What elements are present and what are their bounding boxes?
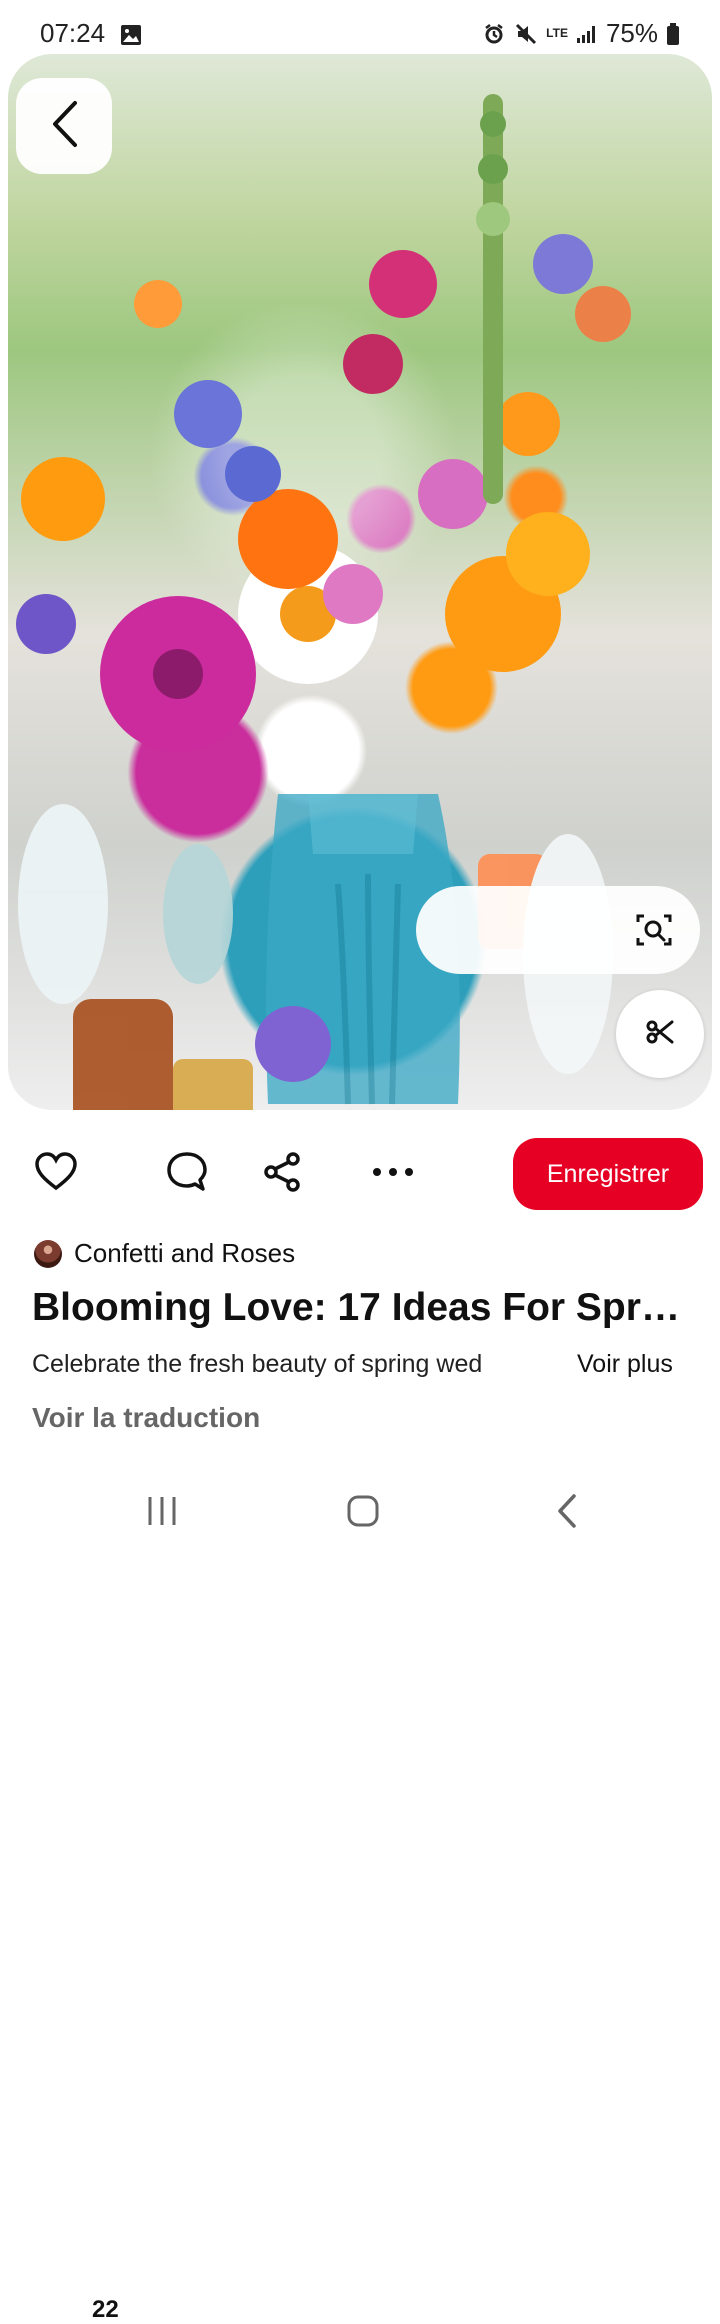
description-row: Celebrate the fresh beauty of spring wed… bbox=[32, 1350, 682, 1390]
recent-apps-icon bbox=[145, 1494, 179, 1533]
see-more-link[interactable]: Voir plus bbox=[577, 1350, 673, 1379]
like-button[interactable] bbox=[30, 1151, 82, 1197]
creator-name: Confetti and Roses bbox=[74, 1238, 296, 1268]
creator-link[interactable]: Confetti and Roses bbox=[34, 1238, 295, 1269]
heart-icon bbox=[34, 1151, 78, 1197]
alarm-icon bbox=[482, 22, 506, 46]
description-fade bbox=[502, 1350, 557, 1386]
nav-back-icon bbox=[552, 1493, 582, 1534]
save-button[interactable]: Enregistrer bbox=[513, 1138, 703, 1210]
more-icon bbox=[369, 1165, 417, 1184]
system-nav-bar bbox=[0, 1478, 720, 1548]
visual-search-button[interactable] bbox=[416, 886, 700, 974]
battery-icon bbox=[666, 22, 680, 46]
status-right: LTE 75% bbox=[482, 18, 680, 49]
lte-indicator: LTE bbox=[546, 26, 568, 40]
share-icon bbox=[259, 1149, 305, 1200]
scissors-button[interactable] bbox=[616, 990, 704, 1078]
mute-icon bbox=[514, 22, 538, 46]
more-button[interactable] bbox=[364, 1150, 422, 1198]
home-button[interactable] bbox=[323, 1478, 403, 1548]
share-button[interactable] bbox=[256, 1150, 308, 1198]
recent-apps-button[interactable] bbox=[122, 1478, 202, 1548]
home-icon bbox=[346, 1494, 380, 1533]
chevron-left-icon bbox=[47, 99, 81, 154]
like-count: 22 bbox=[92, 2296, 119, 2323]
status-time: 07:24 bbox=[40, 18, 106, 48]
gallery-icon bbox=[120, 24, 142, 51]
pin-title: Blooming Love: 17 Ideas For Sprin... bbox=[32, 1286, 682, 1329]
translate-link[interactable]: Voir la traduction bbox=[32, 1402, 260, 1434]
signal-icon bbox=[576, 24, 598, 44]
nav-back-button[interactable] bbox=[527, 1478, 607, 1548]
battery-percent: 75% bbox=[605, 18, 658, 48]
status-bar: 07:24 LTE 75% bbox=[0, 0, 720, 56]
avatar bbox=[34, 1239, 62, 1268]
pin-description: Celebrate the fresh beauty of spring wed bbox=[32, 1350, 483, 1378]
comment-button[interactable] bbox=[160, 1150, 214, 1198]
comment-icon bbox=[164, 1149, 210, 1200]
back-button[interactable] bbox=[16, 78, 112, 174]
scissors-icon bbox=[644, 1016, 676, 1053]
visual-search-icon bbox=[634, 910, 674, 950]
